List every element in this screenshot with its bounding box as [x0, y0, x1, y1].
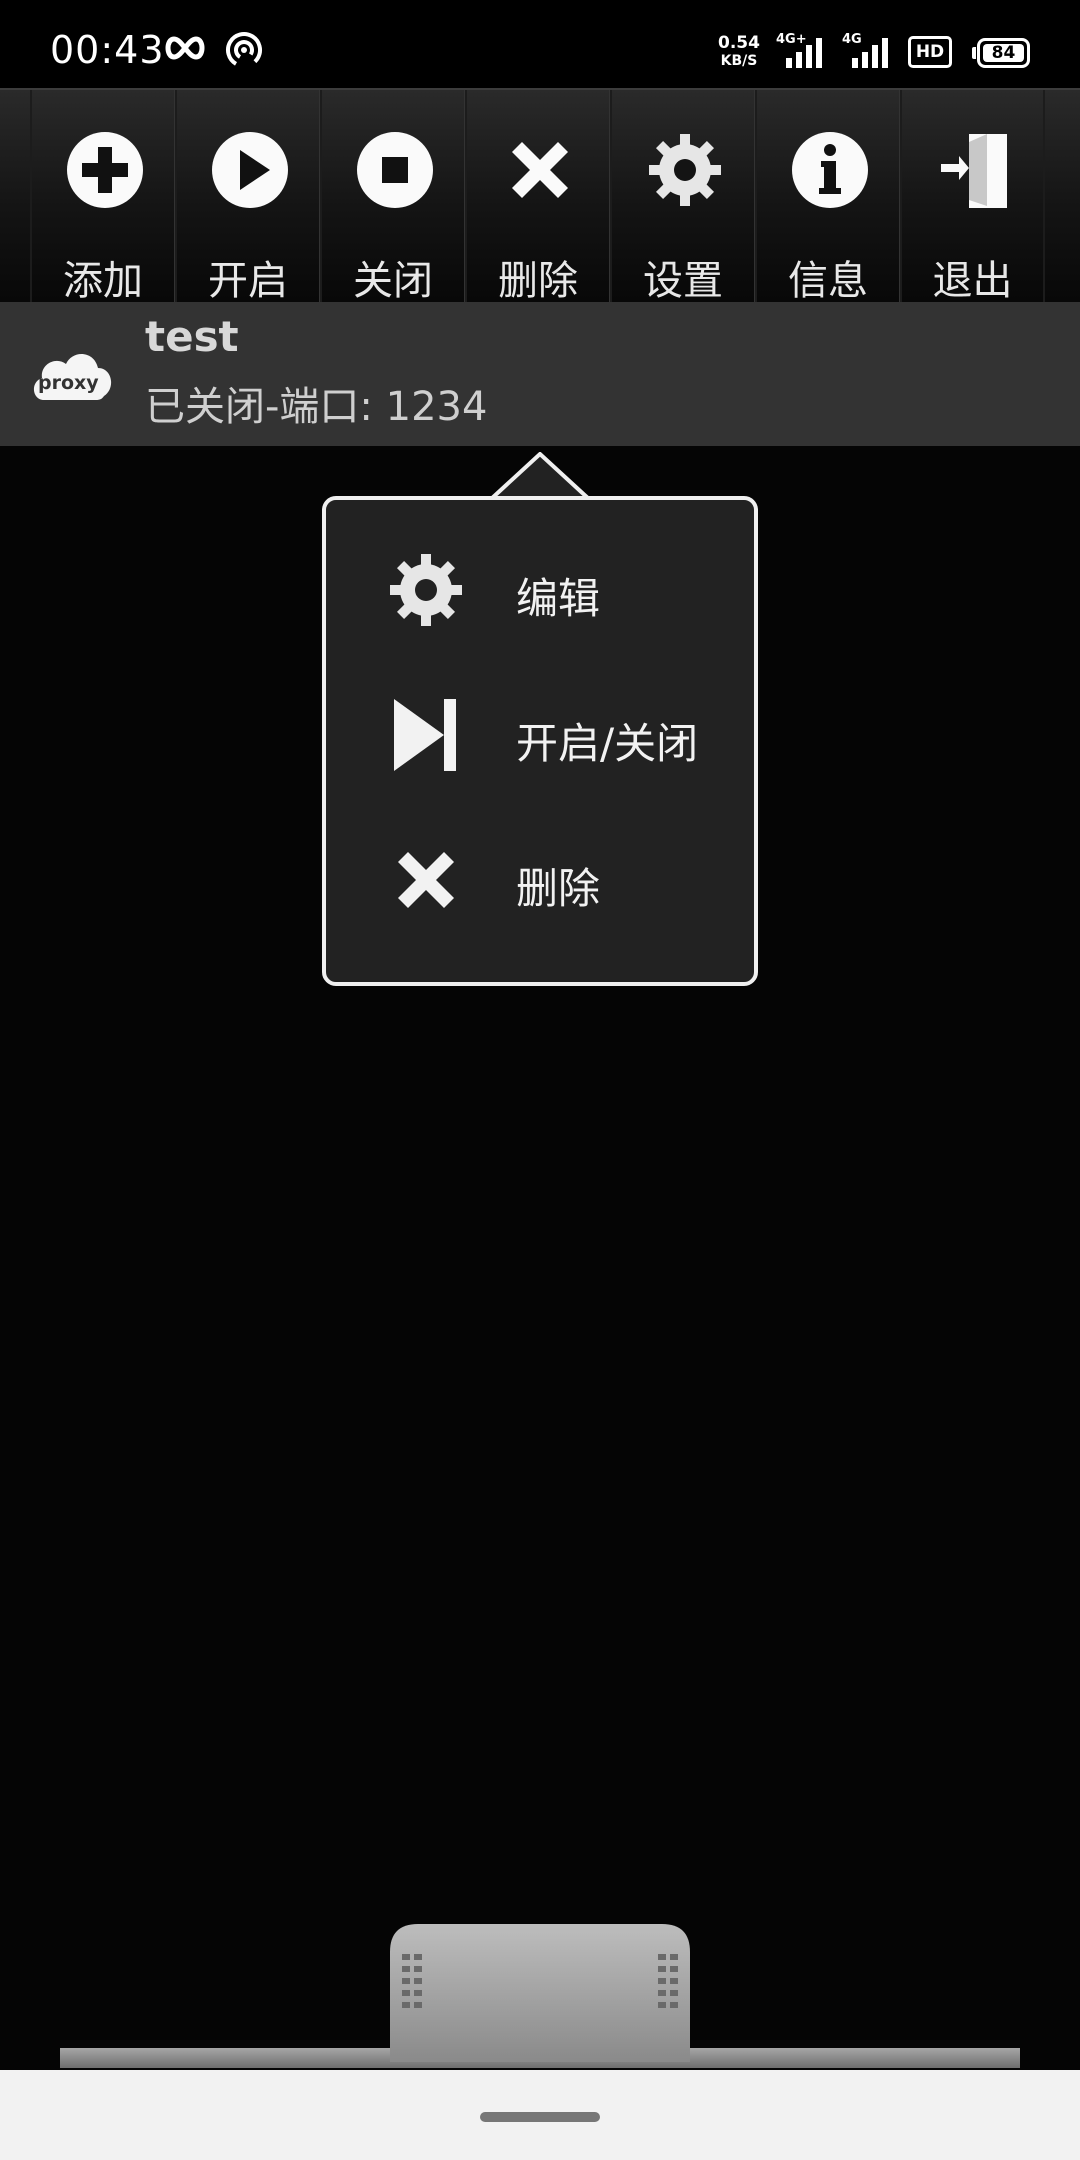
- menu-item-delete[interactable]: 删除: [326, 815, 754, 945]
- hd-label: HD: [915, 42, 945, 62]
- delete-label: 删除: [498, 258, 578, 304]
- proxy-logo-text: proxy: [38, 372, 99, 394]
- status-time: 00:43: [50, 28, 165, 72]
- stop-label: 关闭: [353, 258, 433, 304]
- exit-label: 退出: [932, 258, 1013, 304]
- proxy-status: 已关闭-端口: 1234: [145, 384, 488, 430]
- play-pause-icon: [394, 699, 456, 771]
- play-icon: [212, 132, 288, 208]
- info-icon: [792, 132, 868, 208]
- delete-icon: [512, 142, 568, 198]
- add-button[interactable]: 添加: [30, 90, 175, 304]
- menu-item-toggle-label: 开启/关闭: [516, 719, 699, 768]
- gear-icon: [390, 554, 462, 626]
- battery-level: 84: [983, 44, 1024, 62]
- hotspot-icon: [226, 32, 262, 68]
- main-toolbar: 添加 开启 关闭 删除 设置 信息 退出: [0, 88, 1080, 304]
- popup-pointer: [490, 452, 590, 502]
- context-menu: 编辑 开启/关闭 删除: [322, 496, 758, 986]
- start-label: 开启: [208, 258, 288, 304]
- proxy-name: test: [145, 312, 239, 361]
- add-label: 添加: [63, 258, 143, 304]
- menu-item-edit[interactable]: 编辑: [326, 525, 754, 655]
- network-speed-value: 0.54: [718, 33, 760, 53]
- info-label: 信息: [788, 258, 868, 304]
- signal-4g-plus-icon: 4G+: [776, 32, 826, 72]
- start-button[interactable]: 开启: [175, 90, 320, 304]
- gear-icon: [649, 134, 721, 206]
- network-speed: 0.54 KB/S: [718, 34, 760, 70]
- drawer-handle[interactable]: [390, 1922, 690, 2062]
- hd-voice-icon: HD: [908, 36, 952, 68]
- network-speed-unit: KB/S: [720, 53, 758, 69]
- settings-button[interactable]: 设置: [610, 90, 755, 304]
- proxy-logo: proxy: [30, 342, 114, 406]
- menu-item-toggle[interactable]: 开启/关闭: [326, 670, 754, 800]
- stop-icon: [357, 132, 433, 208]
- system-nav-bar: [0, 2070, 1080, 2160]
- add-icon: [67, 132, 143, 208]
- infinity-icon: [165, 36, 205, 60]
- status-bar: 00:43 0.54 KB/S 4G+ 4G HD 84: [0, 0, 1080, 88]
- menu-item-edit-label: 编辑: [516, 574, 601, 623]
- delete-icon: [398, 852, 454, 908]
- exit-button[interactable]: 退出: [900, 90, 1045, 304]
- settings-label: 设置: [643, 258, 723, 304]
- delete-button[interactable]: 删除: [465, 90, 610, 304]
- signal-4g-icon: 4G: [842, 32, 892, 72]
- menu-item-delete-label: 删除: [516, 864, 601, 913]
- info-button[interactable]: 信息: [755, 90, 900, 304]
- exit-icon: [941, 134, 1007, 208]
- battery-icon: 84: [972, 38, 1030, 68]
- home-gesture-bar[interactable]: [480, 2112, 600, 2122]
- proxy-list-item[interactable]: proxy test 已关闭-端口: 1234: [0, 302, 1080, 446]
- stop-button[interactable]: 关闭: [320, 90, 465, 304]
